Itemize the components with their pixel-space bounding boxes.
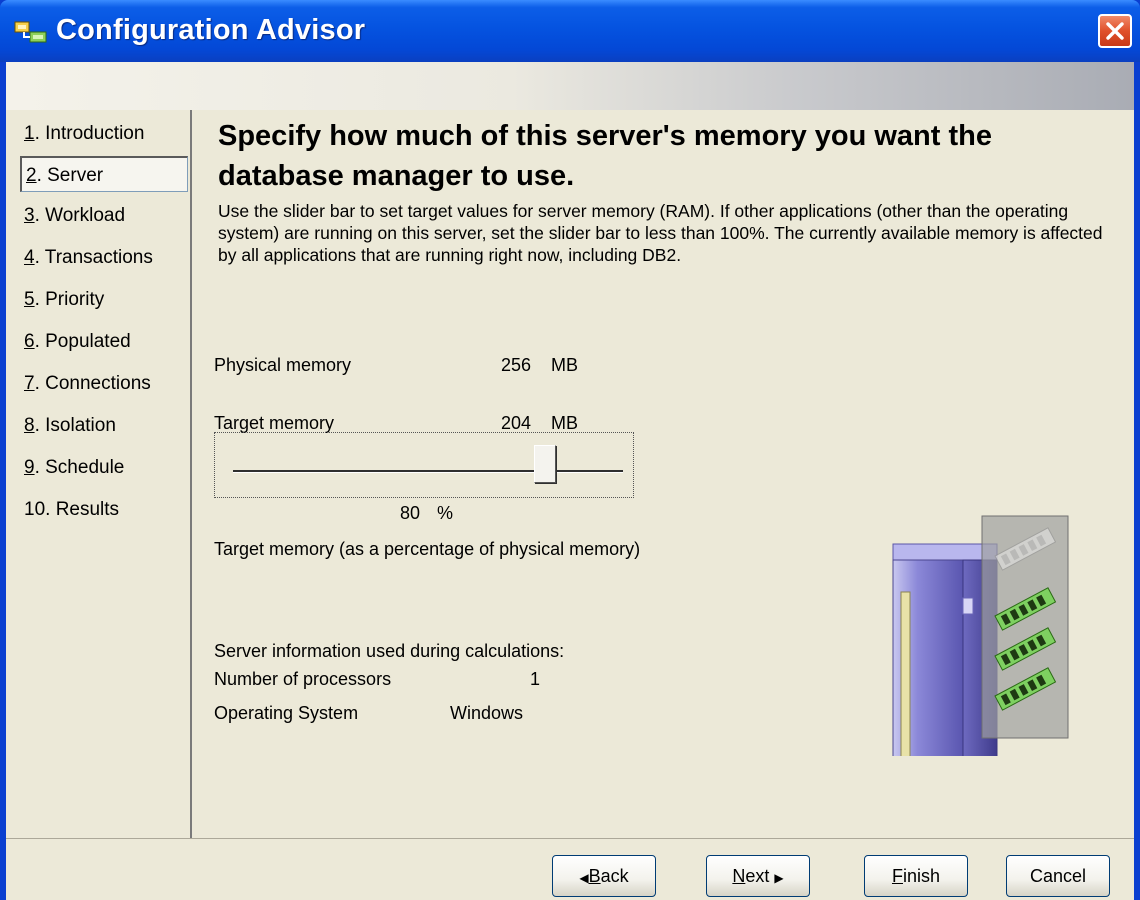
wizard-page-content: Specify how much of this server's memory… [194, 110, 1134, 838]
nav-step-connections[interactable]: 7. Connections [20, 366, 188, 402]
right-arrow-icon: ▶ [774, 871, 784, 885]
physical-memory-label: Physical memory [214, 355, 352, 375]
nav-step-label: . Server [36, 165, 104, 186]
wizard-steps-nav: 1. Introduction 2. Server 3. Workload 4.… [6, 110, 192, 838]
target-memory-unit: MB [551, 413, 578, 433]
nav-step-number: 7 [24, 373, 35, 394]
nav-step-label: . Transactions [34, 247, 153, 268]
nav-step-label: . Populated [34, 331, 131, 352]
next-button[interactable]: Next ▶ [706, 855, 810, 897]
nav-step-label: 10. Results [24, 499, 120, 520]
nav-step-label: . Schedule [34, 457, 125, 478]
title-bar[interactable]: Configuration Advisor [0, 0, 1140, 62]
target-memory-value: 204 [501, 413, 532, 433]
nav-step-number: 5 [24, 289, 35, 310]
finish-button[interactable]: Finish [864, 855, 968, 897]
physical-memory-value: 256 [501, 355, 532, 375]
processors-label: Number of processors [214, 669, 392, 689]
nav-step-label: . Isolation [34, 415, 116, 436]
dialog-client-area: 1. Introduction 2. Server 3. Workload 4.… [6, 62, 1134, 900]
slider-thumb[interactable] [534, 445, 556, 483]
nav-step-introduction[interactable]: 1. Introduction [20, 116, 188, 152]
back-button[interactable]: ◀Back [552, 855, 656, 897]
close-icon [1106, 22, 1124, 40]
server-info-heading: Server information used during calculati… [214, 641, 565, 661]
cancel-button[interactable]: Cancel [1006, 855, 1110, 897]
nav-step-number: 6 [24, 331, 35, 352]
os-label: Operating System [214, 703, 359, 723]
window-title: Configuration Advisor [56, 14, 366, 46]
os-value: Windows [450, 703, 524, 723]
wizard-footer: ◀Back Next ▶ Finish Cancel [6, 838, 1134, 900]
slider-percent-value: 80 [400, 503, 421, 523]
nav-step-number: 3 [24, 205, 35, 226]
nav-step-server[interactable]: 2. Server [20, 156, 188, 192]
page-heading: Specify how much of this server's memory… [218, 120, 992, 192]
processors-value: 1 [530, 669, 541, 689]
header-banner [6, 62, 1134, 110]
nav-step-number: 8 [24, 415, 35, 436]
page-description: Use the slider bar to set target values … [218, 201, 1103, 265]
nav-step-number: 9 [24, 457, 35, 478]
nav-step-label: . Priority [34, 289, 105, 310]
target-memory-label: Target memory [214, 413, 335, 433]
nav-step-number: 1 [24, 123, 35, 144]
next-label: ext [745, 866, 770, 886]
nav-step-label: . Connections [34, 373, 151, 394]
nav-step-number: 2 [26, 165, 37, 186]
nav-step-number: 4 [24, 247, 35, 268]
finish-label: inish [902, 866, 941, 886]
nav-step-workload[interactable]: 3. Workload [20, 198, 188, 234]
nav-step-label: . Workload [34, 205, 126, 226]
nav-step-priority[interactable]: 5. Priority [20, 282, 188, 318]
dialog-window: Configuration Advisor 1. Introduction 2.… [0, 0, 1140, 900]
nav-step-schedule[interactable]: 9. Schedule [20, 450, 188, 486]
nav-step-label: . Introduction [34, 123, 145, 144]
physical-memory-unit: MB [551, 355, 578, 375]
nav-step-transactions[interactable]: 4. Transactions [20, 240, 188, 276]
nav-step-isolation[interactable]: 8. Isolation [20, 408, 188, 444]
server-memory-illustration [892, 515, 1069, 756]
target-memory-slider[interactable] [214, 432, 634, 498]
left-arrow-icon: ◀ [579, 871, 589, 885]
slider-caption: Target memory (as a percentage of physic… [214, 539, 641, 559]
nav-step-results[interactable]: 10. Results [20, 492, 188, 528]
back-label: ack [600, 866, 629, 886]
close-button[interactable] [1098, 14, 1132, 48]
app-icon [14, 21, 47, 43]
finish-mnemonic: F [891, 866, 903, 886]
back-mnemonic: B [588, 866, 601, 886]
slider-percent-unit: % [437, 503, 454, 523]
slider-track[interactable] [233, 470, 623, 473]
next-mnemonic: N [732, 866, 746, 886]
nav-step-populated[interactable]: 6. Populated [20, 324, 188, 360]
